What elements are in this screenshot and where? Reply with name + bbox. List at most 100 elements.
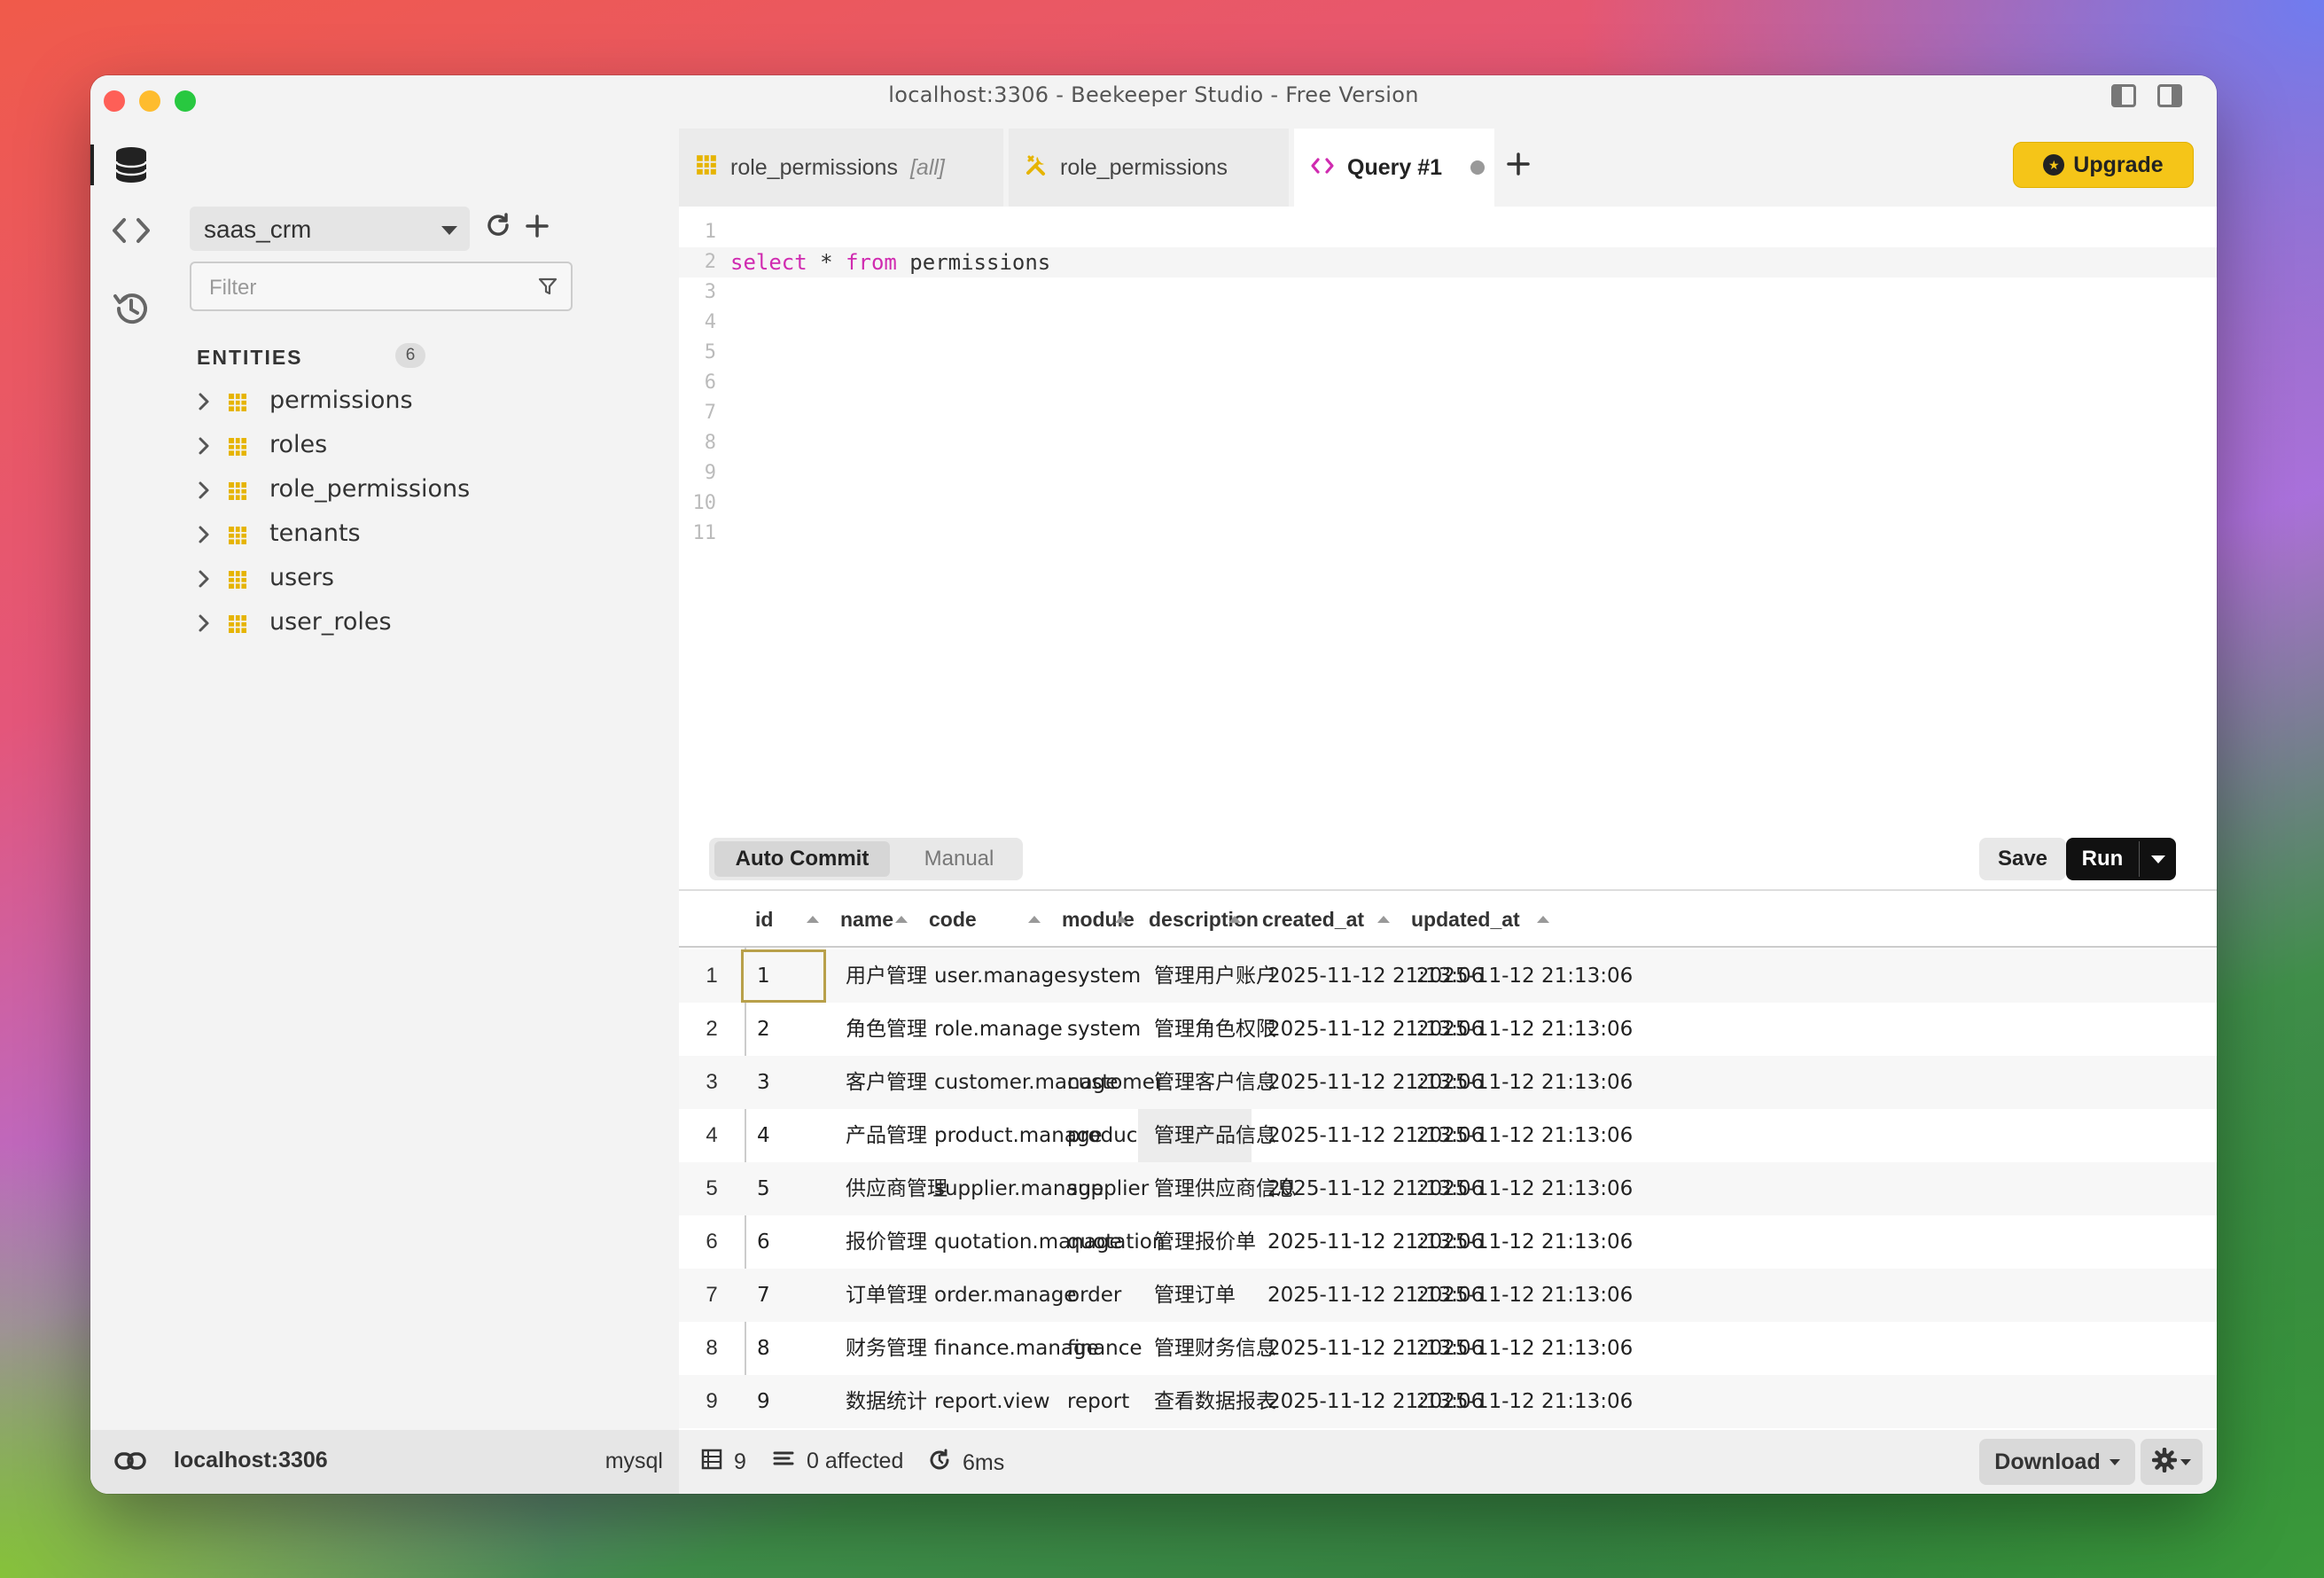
chevron-right-icon[interactable] bbox=[195, 390, 213, 419]
table-cell[interactable]: 3 bbox=[741, 1056, 826, 1109]
sort-icon[interactable] bbox=[807, 916, 819, 923]
chevron-right-icon[interactable] bbox=[195, 479, 213, 508]
column-header-id[interactable]: id bbox=[745, 891, 830, 948]
filter-input[interactable]: Filter bbox=[190, 262, 573, 311]
table-cell[interactable]: 管理订单 bbox=[1138, 1269, 1252, 1322]
settings-button[interactable] bbox=[2141, 1439, 2203, 1485]
refresh-icon[interactable] bbox=[482, 209, 514, 248]
chevron-right-icon[interactable] bbox=[195, 612, 213, 641]
table-cell[interactable]: 管理供应商信息 bbox=[1138, 1162, 1297, 1215]
table-cell[interactable]: 管理财务信息 bbox=[1138, 1322, 1276, 1375]
table-cell[interactable]: 产品管理 bbox=[830, 1109, 927, 1162]
column-header-updated-at[interactable]: updated_at bbox=[1400, 891, 1560, 948]
table-cell[interactable]: 管理产品信息 bbox=[1138, 1109, 1276, 1162]
table-cell[interactable]: 查看数据报表 bbox=[1138, 1375, 1276, 1428]
entity-item[interactable]: tenants bbox=[195, 512, 656, 557]
table-cell[interactable]: 2025-11-12 21:13:06 bbox=[1252, 1003, 1484, 1056]
history-icon[interactable] bbox=[90, 277, 172, 340]
table-cell[interactable]: 5 bbox=[741, 1162, 826, 1215]
run-button[interactable]: Run bbox=[2066, 838, 2176, 880]
editor-line[interactable]: 11 bbox=[679, 519, 2217, 549]
table-cell[interactable]: 角色管理 bbox=[830, 1003, 927, 1056]
table-cell[interactable]: quotation.manage bbox=[918, 1215, 1122, 1269]
commit-mode-toggle[interactable]: Auto Commit Manual bbox=[709, 838, 1023, 880]
table-cell[interactable]: 2025-11-12 21:13:06 bbox=[1400, 949, 1633, 1003]
table-cell[interactable]: 2025-11-12 21:13:06 bbox=[1400, 1215, 1633, 1269]
tab-role-permissions-all[interactable]: role_permissions [all] bbox=[679, 129, 1003, 207]
table-row[interactable]: 5 5 供应商管理 supplier.manage supplier 管理供应商信息 202… bbox=[679, 1162, 2217, 1215]
sort-icon[interactable] bbox=[1228, 916, 1241, 923]
table-cell[interactable]: 1 bbox=[741, 949, 826, 1003]
entity-item[interactable]: permissions bbox=[195, 379, 656, 424]
table-cell[interactable]: customer.manage bbox=[918, 1056, 1118, 1109]
table-cell[interactable]: 管理用户账户 bbox=[1138, 949, 1276, 1003]
column-header-description[interactable]: description bbox=[1138, 891, 1259, 948]
editor-line[interactable]: 1 bbox=[679, 217, 2217, 247]
table-cell[interactable]: system bbox=[1051, 1003, 1141, 1056]
table-row[interactable]: 6 6 报价管理 quotation.manage quotation 管理报价单 2025… bbox=[679, 1215, 2217, 1269]
database-icon[interactable] bbox=[90, 134, 172, 196]
toggle-right-panel-icon[interactable] bbox=[2157, 84, 2182, 107]
table-cell[interactable]: 财务管理 bbox=[830, 1322, 927, 1375]
table-cell[interactable]: 8 bbox=[741, 1322, 826, 1375]
sort-icon[interactable] bbox=[1028, 916, 1041, 923]
table-cell[interactable]: role.manage bbox=[918, 1003, 1063, 1056]
filter-icon[interactable] bbox=[537, 276, 558, 303]
table-cell[interactable]: 2025-11-12 21:13:06 bbox=[1252, 1375, 1484, 1428]
table-cell[interactable]: 2025-11-12 21:13:06 bbox=[1252, 949, 1484, 1003]
table-cell[interactable]: 2025-11-12 21:13:06 bbox=[1400, 1162, 1633, 1215]
table-cell[interactable]: 2025-11-12 21:13:06 bbox=[1400, 1109, 1633, 1162]
table-cell[interactable]: 管理报价单 bbox=[1138, 1215, 1256, 1269]
editor-line[interactable]: 9 bbox=[679, 458, 2217, 488]
table-cell[interactable]: 报价管理 bbox=[830, 1215, 927, 1269]
table-cell[interactable]: report bbox=[1051, 1375, 1138, 1428]
column-header-name[interactable]: name bbox=[830, 891, 918, 948]
table-cell[interactable]: 2025-11-12 21:13:06 bbox=[1252, 1056, 1484, 1109]
chevron-down-icon[interactable] bbox=[2151, 855, 2165, 863]
table-cell[interactable]: 2025-11-12 21:13:06 bbox=[1400, 1375, 1633, 1428]
column-header-code[interactable]: code bbox=[918, 891, 1051, 948]
database-select[interactable]: saas_crm bbox=[190, 207, 470, 251]
entity-item[interactable]: users bbox=[195, 557, 656, 601]
table-cell[interactable]: 供应商管理 bbox=[830, 1162, 948, 1215]
sort-icon[interactable] bbox=[1377, 916, 1390, 923]
table-cell[interactable]: report.view bbox=[918, 1375, 1051, 1428]
table-cell[interactable]: product.manage bbox=[918, 1109, 1103, 1162]
editor-line[interactable]: 2 select * from permissions bbox=[679, 247, 2217, 277]
editor-line[interactable]: 3 bbox=[679, 277, 2217, 308]
entity-item[interactable]: user_roles bbox=[195, 601, 656, 645]
entity-item[interactable]: roles bbox=[195, 424, 656, 468]
editor-line[interactable]: 6 bbox=[679, 368, 2217, 398]
table-cell[interactable]: 2025-11-12 21:13:06 bbox=[1400, 1269, 1633, 1322]
table-cell[interactable]: system bbox=[1051, 949, 1141, 1003]
tab-role-permissions-structure[interactable]: role_permissions bbox=[1009, 129, 1289, 207]
table-row[interactable]: 3 3 客户管理 customer.manage customer 管理客户信息 2025-… bbox=[679, 1056, 2217, 1109]
table-cell[interactable]: order bbox=[1051, 1269, 1138, 1322]
auto-commit-option[interactable]: Auto Commit bbox=[714, 841, 890, 877]
download-button[interactable]: Download bbox=[1979, 1439, 2135, 1485]
column-header-created-at[interactable]: created_at bbox=[1252, 891, 1400, 948]
table-row[interactable]: 9 9 数据统计 report.view report 查看数据报表 2025-11-12 … bbox=[679, 1375, 2217, 1428]
table-cell[interactable]: 4 bbox=[741, 1109, 826, 1162]
tab-query-1[interactable]: Query #1 bbox=[1294, 129, 1494, 207]
table-cell[interactable]: customer bbox=[1051, 1056, 1163, 1109]
table-row[interactable]: 4 4 产品管理 product.manage product 管理产品信息 2025-11… bbox=[679, 1109, 2217, 1162]
toggle-left-panel-icon[interactable] bbox=[2111, 84, 2136, 107]
table-row[interactable]: 8 8 财务管理 finance.manage finance 管理财务信息 2025-11… bbox=[679, 1322, 2217, 1375]
upgrade-button[interactable]: ★ Upgrade bbox=[2013, 142, 2194, 188]
table-cell[interactable]: 2025-11-12 21:13:06 bbox=[1252, 1322, 1484, 1375]
entity-item[interactable]: role_permissions bbox=[195, 468, 656, 512]
table-cell[interactable]: 管理角色权限 bbox=[1138, 1003, 1276, 1056]
table-cell[interactable]: supplier.manage bbox=[918, 1162, 1104, 1215]
manual-option[interactable]: Manual bbox=[906, 841, 1012, 877]
table-cell[interactable]: 订单管理 bbox=[830, 1269, 927, 1322]
table-cell[interactable]: quotation bbox=[1051, 1215, 1165, 1269]
table-cell[interactable]: 7 bbox=[741, 1269, 826, 1322]
table-row[interactable]: 7 7 订单管理 order.manage order 管理订单 2025-11-12 21… bbox=[679, 1269, 2217, 1322]
table-cell[interactable]: finance.manage bbox=[918, 1322, 1099, 1375]
table-cell[interactable]: 9 bbox=[741, 1375, 826, 1428]
editor-line[interactable]: 8 bbox=[679, 428, 2217, 458]
table-cell[interactable]: 6 bbox=[741, 1215, 826, 1269]
chevron-right-icon[interactable] bbox=[195, 523, 213, 552]
table-cell[interactable]: user.manage bbox=[918, 949, 1066, 1003]
